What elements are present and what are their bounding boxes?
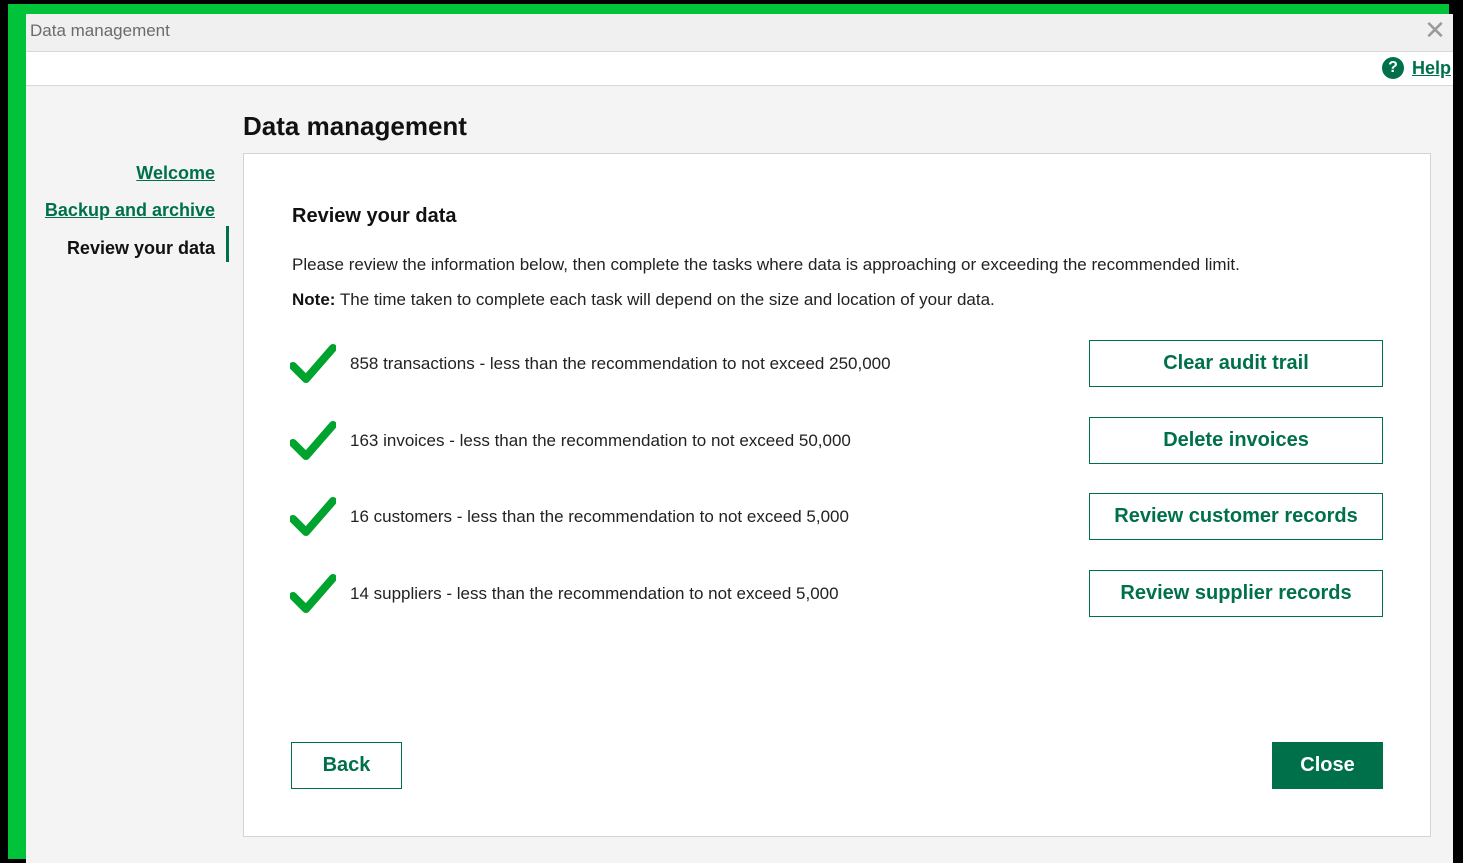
review-supplier-records-button[interactable]: Review supplier records: [1089, 570, 1383, 617]
check-icon: [290, 574, 336, 613]
outer-frame: Data management ✕ ? Help Data management…: [8, 4, 1453, 863]
page-title: Data management: [243, 111, 467, 141]
note-label: Note:: [292, 290, 336, 309]
note-text: Note: The time taken to complete each ta…: [292, 290, 995, 310]
data-row-transactions: 858 transactions - less than the recomme…: [244, 340, 1430, 388]
dialog-window: Data management ✕ ? Help Data management…: [26, 14, 1453, 863]
window-close-icon[interactable]: ✕: [1421, 16, 1449, 46]
clear-audit-trail-button[interactable]: Clear audit trail: [1089, 340, 1383, 387]
question-icon: ?: [1381, 57, 1404, 79]
sidebar-item-review-your-data: Review your data: [66, 238, 215, 258]
help-bar: ? Help: [26, 52, 1453, 86]
review-customer-records-button[interactable]: Review customer records: [1089, 493, 1383, 540]
window-title: Data management: [30, 21, 170, 40]
content-panel: Review your data Please review the infor…: [243, 153, 1431, 837]
help-link[interactable]: ? Help: [1381, 57, 1451, 79]
data-row-invoices: 163 invoices - less than the recommendat…: [244, 417, 1430, 465]
delete-invoices-button[interactable]: Delete invoices: [1089, 417, 1383, 464]
data-row-customers: 16 customers - less than the recommendat…: [244, 493, 1430, 541]
section-title: Review your data: [292, 205, 457, 227]
note-body: The time taken to complete each task wil…: [335, 290, 995, 309]
row-status-text: 163 invoices - less than the recommendat…: [350, 431, 851, 450]
sidebar-item-welcome[interactable]: Welcome: [136, 163, 215, 184]
check-icon: [290, 421, 336, 460]
sidebar-active-indicator: [226, 226, 229, 262]
row-status-text: 14 suppliers - less than the recommendat…: [350, 584, 839, 603]
help-label: Help: [1411, 57, 1451, 78]
row-status-text: 16 customers - less than the recommendat…: [350, 507, 849, 526]
check-icon: [290, 497, 336, 536]
data-row-suppliers: 14 suppliers - less than the recommendat…: [244, 570, 1430, 618]
intro-text: Please review the information below, the…: [292, 255, 1240, 274]
sidebar-item-backup-and-archive[interactable]: Backup and archive: [45, 200, 215, 221]
title-bar: Data management ✕: [26, 14, 1453, 52]
check-icon: [290, 344, 336, 383]
row-status-text: 858 transactions - less than the recomme…: [350, 354, 891, 373]
close-button[interactable]: Close: [1272, 742, 1383, 789]
back-button[interactable]: Back: [291, 742, 402, 789]
